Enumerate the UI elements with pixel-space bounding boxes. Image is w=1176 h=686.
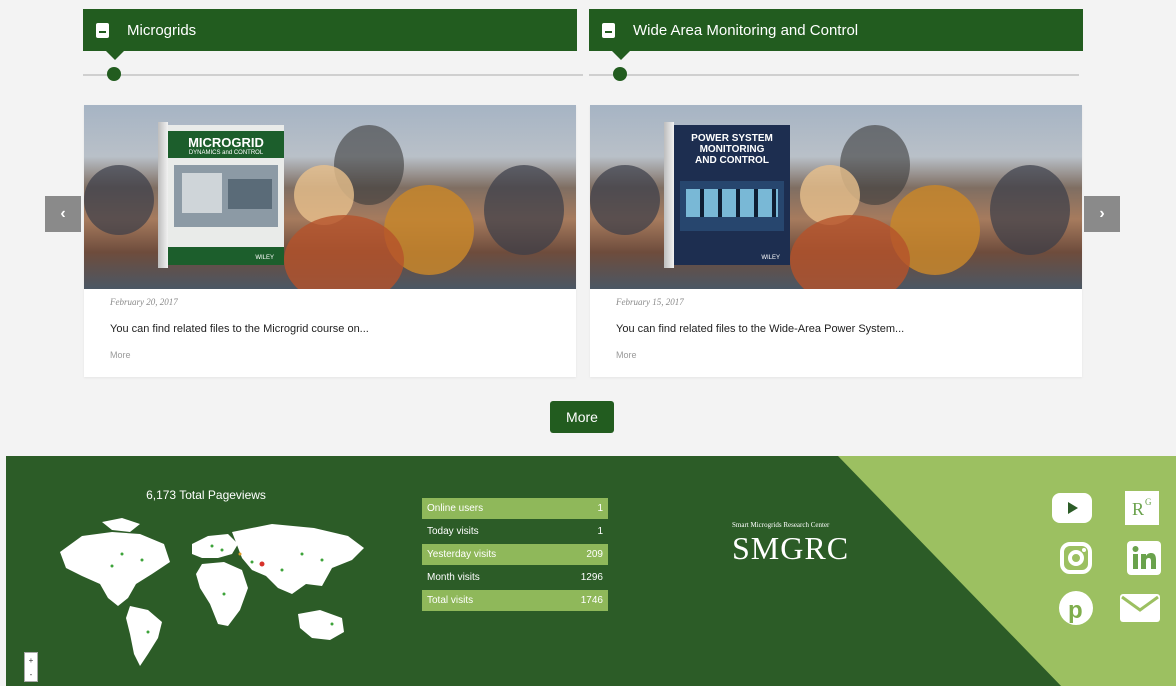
post-excerpt[interactable]: You can find related files to the Wide-A…	[616, 323, 904, 335]
stat-row: Online users 1	[422, 498, 608, 519]
svg-text:R: R	[1132, 499, 1144, 519]
stat-row: Yesterday visits 209	[422, 544, 608, 565]
header-notch	[612, 51, 630, 60]
post-image[interactable]: POWER SYSTEM MONITORING AND CONTROL WILE…	[590, 105, 1082, 289]
map-zoom-control[interactable]: + -	[24, 652, 38, 682]
stat-value: 209	[586, 549, 603, 560]
chevron-left-icon: ‹	[60, 205, 66, 222]
stat-value: 1	[597, 503, 603, 514]
header-notch	[106, 51, 124, 60]
zoom-out-button[interactable]: -	[30, 670, 33, 679]
brand-tagline: Smart Microgrids Research Center	[732, 521, 830, 529]
stat-value: 1746	[580, 595, 603, 606]
document-icon	[96, 22, 109, 38]
more-button[interactable]: More	[550, 401, 614, 433]
world-map[interactable]	[52, 514, 372, 676]
carousel-prev-button[interactable]: ‹	[45, 196, 81, 232]
card-header-wide-area[interactable]: Wide Area Monitoring and Control	[589, 9, 1083, 51]
stat-value: 1	[597, 526, 603, 537]
footer: 6,173 Total Pageviews + - Online users 1 …	[6, 456, 1176, 686]
mail-icon[interactable]	[1120, 588, 1160, 628]
svg-text:p: p	[1068, 597, 1083, 624]
stat-label: Yesterday visits	[427, 549, 497, 560]
stat-row: Today visits 1	[422, 521, 608, 542]
svg-text:G: G	[1145, 497, 1152, 507]
post-card: MICROGRID DYNAMICS and CONTROL WILEY Febr…	[84, 105, 576, 377]
chevron-right-icon: ›	[1099, 205, 1105, 222]
brand-logo[interactable]: SMGRC	[732, 530, 849, 567]
post-card: POWER SYSTEM MONITORING AND CONTROL WILE…	[590, 105, 1082, 377]
timeline-line	[589, 74, 1079, 76]
post-date: February 20, 2017	[110, 297, 178, 307]
card-header-microgrids[interactable]: Microgrids	[83, 9, 577, 51]
linkedin-icon[interactable]	[1124, 538, 1164, 578]
stat-value: 1296	[580, 572, 603, 583]
book-subtitle: DYNAMICS and CONTROL	[188, 150, 264, 156]
stat-label: Total visits	[427, 595, 474, 606]
stat-label: Today visits	[427, 526, 479, 537]
stat-row: Total visits 1746	[422, 590, 608, 611]
timeline-line	[83, 74, 583, 76]
pinterest-icon[interactable]: p	[1056, 588, 1096, 628]
book-title-line: POWER SYSTEM	[691, 133, 773, 144]
book-publisher: WILEY	[255, 255, 274, 261]
card-title: Microgrids	[127, 21, 197, 39]
carousel-next-button[interactable]: ›	[1084, 196, 1120, 232]
youtube-icon[interactable]	[1052, 488, 1092, 528]
book-publisher: WILEY	[761, 255, 780, 261]
timeline-dot	[613, 67, 627, 81]
book-title-line: AND CONTROL	[695, 155, 769, 166]
book-cover: POWER SYSTEM MONITORING AND CONTROL WILE…	[664, 122, 790, 268]
post-image[interactable]: MICROGRID DYNAMICS and CONTROL WILEY	[84, 105, 576, 289]
document-icon	[602, 22, 615, 38]
pageviews-counter: 6,173 Total Pageviews	[146, 488, 266, 502]
more-link[interactable]: More	[616, 350, 637, 360]
stat-label: Online users	[427, 503, 484, 514]
more-link[interactable]: More	[110, 350, 131, 360]
book-cover: MICROGRID DYNAMICS and CONTROL WILEY	[158, 122, 284, 268]
instagram-icon[interactable]	[1056, 538, 1096, 578]
stat-row: Month visits 1296	[422, 567, 608, 588]
stat-label: Month visits	[427, 572, 480, 583]
post-excerpt[interactable]: You can find related files to the Microg…	[110, 323, 369, 335]
book-title: MICROGRID	[188, 135, 264, 150]
card-title: Wide Area Monitoring and Control	[633, 21, 859, 39]
post-date: February 15, 2017	[616, 297, 684, 307]
visit-stats: Online users 1 Today visits 1 Yesterday vi…	[422, 498, 608, 613]
zoom-in-button[interactable]: +	[29, 656, 34, 665]
timeline-dot	[107, 67, 121, 81]
researchgate-icon[interactable]: RG	[1122, 488, 1162, 528]
book-title-line: MONITORING	[699, 144, 765, 155]
